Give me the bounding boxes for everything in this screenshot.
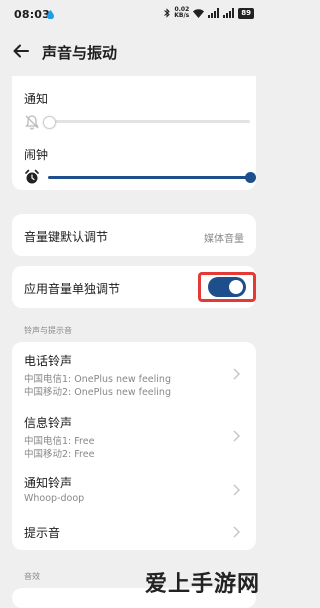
toggle-knob xyxy=(229,280,243,294)
volume-key-value: 媒体音量 xyxy=(204,234,244,245)
notification-volume-knob[interactable] xyxy=(43,116,56,129)
status-time: 08:03 xyxy=(14,8,51,21)
chevron-right-icon xyxy=(233,368,240,380)
notification-ringtone-item[interactable]: 通知铃声 Whoop-doop xyxy=(12,466,256,508)
app-header: 声音与振动 xyxy=(0,30,268,74)
notification-ringtone-label: 通知铃声 xyxy=(24,476,73,490)
watermark-text: 爱上手游网 xyxy=(144,572,260,597)
mute-bell-icon xyxy=(25,115,39,130)
back-arrow-icon[interactable] xyxy=(12,42,30,60)
battery-icon: 89 xyxy=(238,7,254,19)
ringtones-section-label: 铃声与提示音 xyxy=(24,326,72,335)
phone-ringtone-sim2: 中国移动2: OnePlus new feeling xyxy=(24,387,171,398)
alarm-volume-knob[interactable] xyxy=(245,172,256,183)
app-volume-toggle[interactable] xyxy=(208,277,246,297)
system-sound-item[interactable]: 提示音 xyxy=(12,512,256,550)
app-volume-label: 应用音量单独调节 xyxy=(24,282,121,296)
volume-key-row[interactable]: 音量键默认调节 媒体音量 xyxy=(12,214,256,256)
page-title: 声音与振动 xyxy=(42,44,118,62)
signal-strength-icon xyxy=(223,8,235,18)
network-speed-unit: KB/s xyxy=(174,12,190,19)
chevron-right-icon xyxy=(233,526,240,538)
chevron-right-icon xyxy=(233,430,240,442)
status-bar: 08:03 0.02 KB/s 89 xyxy=(0,0,268,30)
ringtones-card: 电话铃声 中国电信1: OnePlus new feeling 中国移动2: O… xyxy=(12,342,256,550)
alarm-volume-slider[interactable] xyxy=(48,172,256,183)
message-ringtone-sim2: 中国移动2: Free xyxy=(24,449,95,460)
message-ringtone-sim1: 中国电信1: Free xyxy=(24,436,95,447)
status-indicators: 0.02 KB/s 89 xyxy=(164,7,254,19)
effects-section-label: 音效 xyxy=(24,572,40,581)
alarm-volume-label: 闹钟 xyxy=(24,148,49,162)
message-ringtone-label: 信息铃声 xyxy=(24,416,73,430)
alarm-clock-icon xyxy=(25,169,39,184)
phone-ringtone-label: 电话铃声 xyxy=(24,354,73,368)
notification-volume-label: 通知 xyxy=(24,92,49,106)
phone-ringtone-sim1: 中国电信1: OnePlus new feeling xyxy=(24,374,171,385)
bluetooth-icon xyxy=(164,8,170,18)
wifi-icon xyxy=(193,8,205,18)
signal-strength-icon xyxy=(208,8,220,18)
notification-ringtone-value: Whoop-doop xyxy=(24,493,85,504)
notification-volume-slider[interactable] xyxy=(43,116,250,129)
volume-key-label: 音量键默认调节 xyxy=(24,230,109,244)
alarm-volume-fill xyxy=(48,176,250,179)
network-speed: 0.02 KB/s xyxy=(174,7,189,19)
phone-ringtone-item[interactable]: 电话铃声 中国电信1: OnePlus new feeling 中国移动2: O… xyxy=(12,342,256,402)
system-sound-label: 提示音 xyxy=(24,526,61,540)
water-drop-icon xyxy=(47,10,54,19)
volume-sliders-card: 通知 闹钟 xyxy=(12,76,256,190)
message-ringtone-item[interactable]: 信息铃声 中国电信1: Free 中国移动2: Free xyxy=(12,406,256,464)
chevron-right-icon xyxy=(233,484,240,496)
